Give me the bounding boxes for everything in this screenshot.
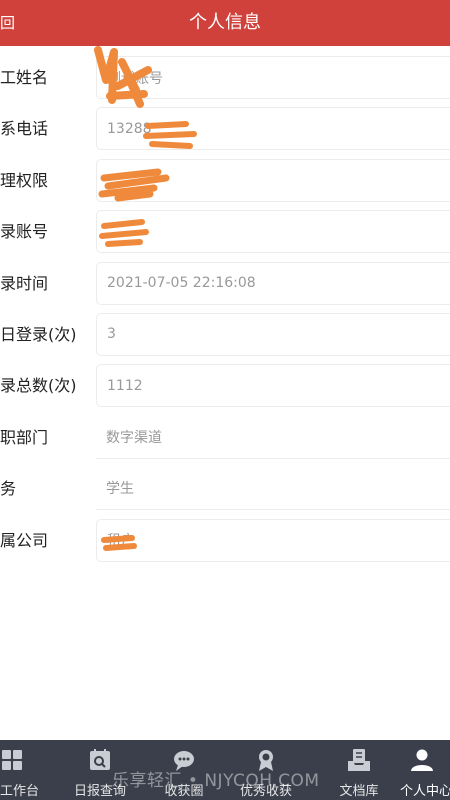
login-time-field[interactable] [97,262,450,304]
tab-personal-center[interactable]: 个人中心 [394,740,450,800]
form-row-total-logins: 录总数(次) [0,360,450,411]
profile-form: 工姓名 系电话 理权限 录账号 录时间 日登录(次) 录总数(次) [0,52,450,566]
form-row-daily-logins: 日登录(次) [0,309,450,360]
department-field-box [96,415,450,459]
field-label: 日登录(次) [0,324,77,344]
field-label: 职部门 [0,427,49,447]
daily-logins-field[interactable] [97,313,450,355]
page-title: 个人信息 [189,12,261,33]
total-logins-field[interactable] [97,365,450,407]
department-field[interactable] [96,415,450,458]
company-field-box [96,518,450,562]
tab-workbench[interactable]: 工作台 [0,740,40,800]
permission-field-box [96,158,450,202]
search-calendar-icon [90,749,110,770]
form-row-account: 录账号 [0,206,450,257]
watermark: 乐享轻汇 • NJYCOH.COM [112,771,320,791]
phone-field[interactable] [97,108,450,150]
name-field[interactable] [97,57,450,98]
tab-document-library[interactable]: 文档库 [324,740,394,800]
phone-field-box [96,107,450,151]
document-tray-icon [348,749,370,771]
company-field[interactable] [97,519,450,561]
field-label: 录时间 [0,273,49,293]
field-label: 工姓名 [0,68,49,87]
field-label: 理权限 [0,170,49,190]
tab-label: 个人中心 [400,784,450,799]
form-row-login-time: 录时间 [0,258,450,309]
position-field[interactable] [96,467,450,510]
field-label: 系电话 [0,119,49,139]
field-label: 务 [0,479,17,499]
field-label: 属公司 [0,530,49,550]
field-label: 录账号 [0,222,49,242]
total-logins-field-box [96,364,450,408]
form-row-permission: 理权限 [0,155,450,206]
top-bar: 回 个人信息 [0,0,450,46]
form-row-department: 职部门 [0,412,450,463]
tab-label: 工作台 [0,784,40,799]
form-row-name: 工姓名 [0,52,450,103]
account-field-box [96,210,450,254]
login-time-field-box [96,261,450,305]
person-icon [411,749,433,771]
name-field-box [96,56,450,99]
grid-icon [2,750,22,770]
permission-field[interactable] [97,159,450,201]
form-row-company: 属公司 [0,515,450,566]
position-field-box [96,467,450,511]
daily-logins-field-box [96,312,450,356]
account-field[interactable] [97,211,450,253]
form-row-position: 务 [0,463,450,514]
field-label: 录总数(次) [0,376,77,396]
tab-label: 文档库 [339,784,379,799]
form-row-phone: 系电话 [0,103,450,154]
